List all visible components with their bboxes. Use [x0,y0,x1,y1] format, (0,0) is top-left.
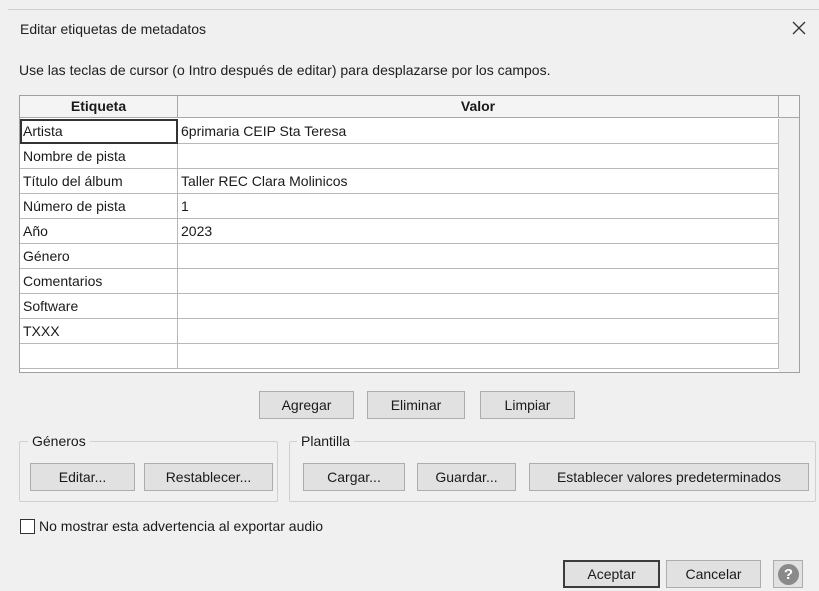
value-cell[interactable] [178,319,779,344]
grid-header: Etiqueta Valor [20,96,799,118]
column-header-value[interactable]: Valor [178,96,779,118]
table-row[interactable]: Comentarios [20,269,779,294]
table-row[interactable]: Año 2023 [20,219,779,244]
table-row[interactable]: Género [20,244,779,269]
tag-cell[interactable]: Nombre de pista [20,144,178,169]
table-row[interactable]: Software [20,294,779,319]
close-icon [792,21,806,35]
remove-button[interactable]: Eliminar [367,391,465,419]
tag-cell[interactable]: Número de pista [20,194,178,219]
table-row[interactable]: Número de pista 1 [20,194,779,219]
save-template-button[interactable]: Guardar... [417,463,516,491]
table-row[interactable]: Título del álbum Taller REC Clara Molini… [20,169,779,194]
close-button[interactable] [787,16,811,40]
add-button[interactable]: Agregar [259,391,354,419]
help-icon: ? [778,564,799,585]
grid-scroll-area [779,118,799,372]
tag-cell[interactable]: Título del álbum [20,169,178,194]
value-cell[interactable]: Taller REC Clara Molinicos [178,169,779,194]
column-header-tag[interactable]: Etiqueta [20,96,178,118]
reset-genres-button[interactable]: Restablecer... [144,463,273,491]
ok-button[interactable]: Aceptar [563,560,660,588]
tag-cell[interactable] [20,344,178,369]
tag-cell[interactable]: Año [20,219,178,244]
value-cell[interactable] [178,344,779,369]
value-cell[interactable] [178,244,779,269]
value-cell[interactable]: 6primaria CEIP Sta Teresa [178,119,779,144]
set-default-button[interactable]: Establecer valores predeterminados [529,463,809,491]
value-cell[interactable] [178,294,779,319]
load-template-button[interactable]: Cargar... [303,463,405,491]
edit-genres-button[interactable]: Editar... [30,463,135,491]
tag-cell[interactable]: Género [20,244,178,269]
help-button[interactable]: ? [773,560,803,588]
table-row[interactable]: Nombre de pista [20,144,779,169]
dont-show-label: No mostrar esta advertencia al exportar … [39,518,324,534]
tag-cell[interactable]: TXXX [20,319,178,344]
metadata-grid[interactable]: Etiqueta Valor Artista 6primaria CEIP St… [19,95,800,373]
tag-cell[interactable]: Artista [20,119,178,144]
template-group-label: Plantilla [297,433,355,449]
top-divider [8,9,819,10]
tag-cell[interactable]: Comentarios [20,269,178,294]
value-cell[interactable] [178,144,779,169]
table-row[interactable] [20,344,779,369]
cancel-button[interactable]: Cancelar [666,560,761,588]
tag-cell[interactable]: Software [20,294,178,319]
table-row[interactable]: Artista 6primaria CEIP Sta Teresa [20,119,779,144]
title-bar: Editar etiquetas de metadatos [0,0,819,44]
value-cell[interactable] [178,269,779,294]
value-cell[interactable]: 1 [178,194,779,219]
dont-show-checkbox[interactable] [20,519,35,534]
navigation-hint: Use las teclas de cursor (o Intro despué… [19,62,551,78]
clear-button[interactable]: Limpiar [480,391,575,419]
table-row[interactable]: TXXX [20,319,779,344]
window-title: Editar etiquetas de metadatos [20,21,207,37]
genres-group-label: Géneros [28,433,90,449]
value-cell[interactable]: 2023 [178,219,779,244]
